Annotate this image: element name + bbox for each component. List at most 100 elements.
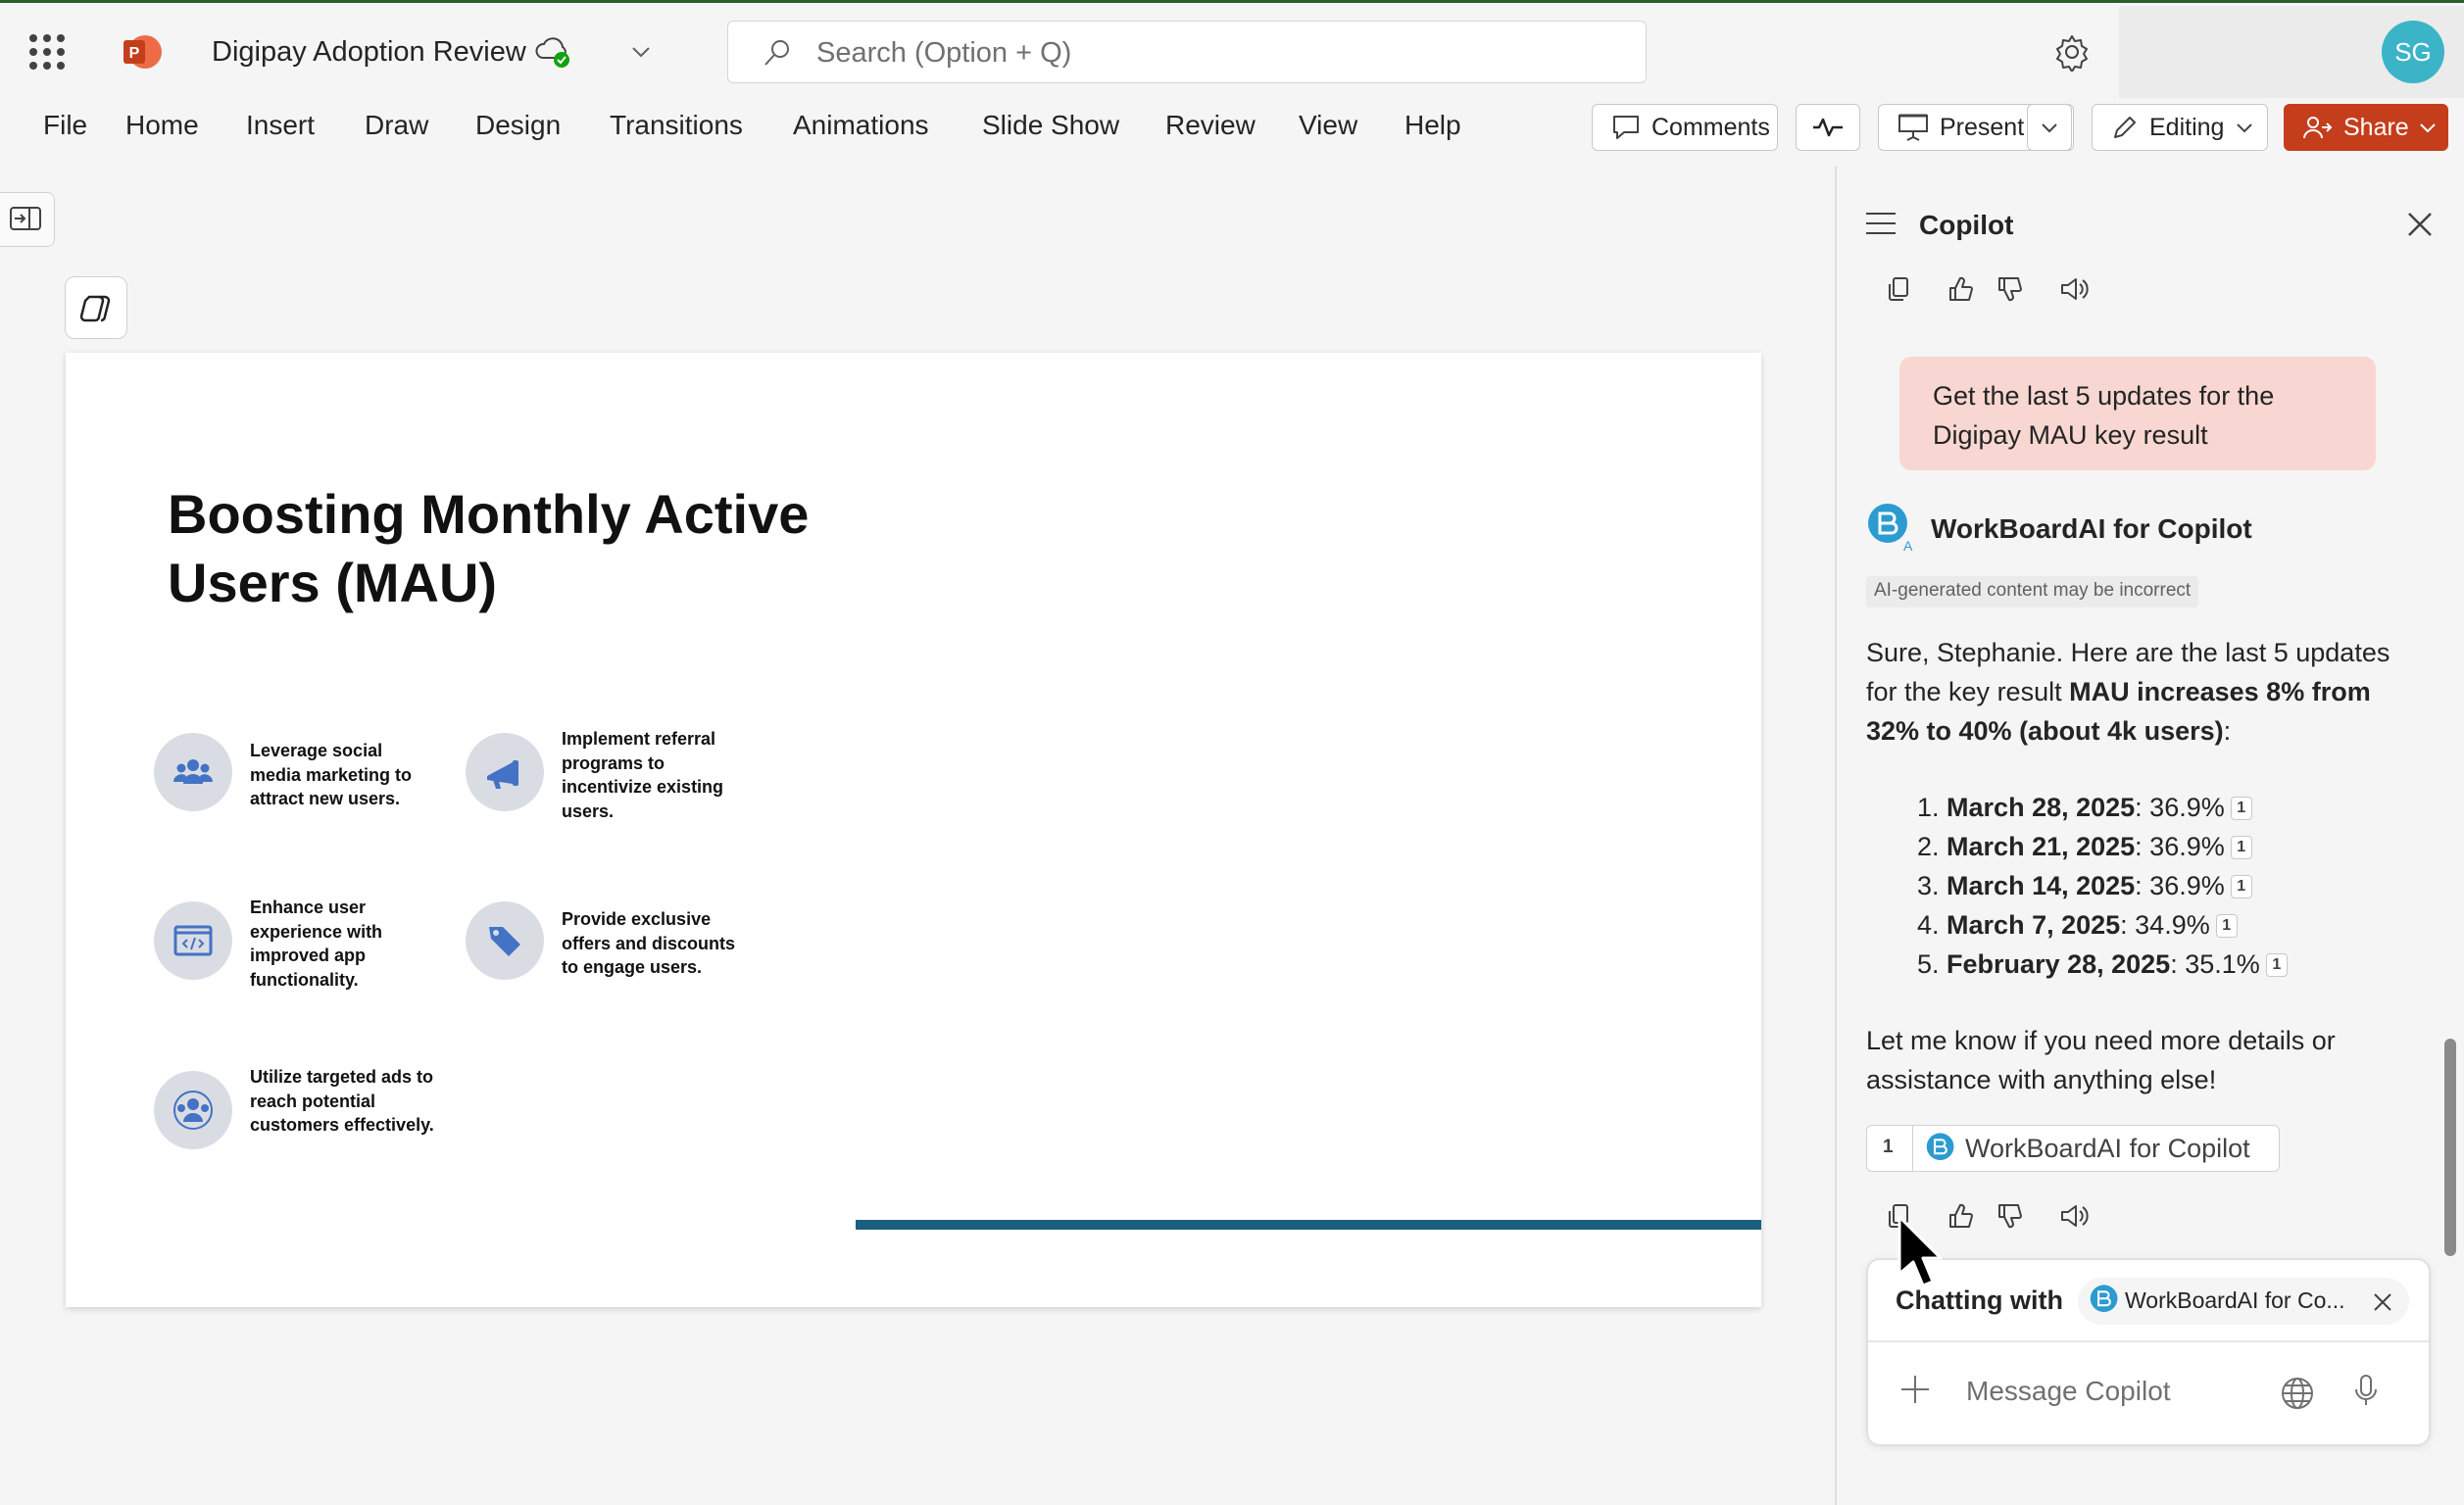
- tab-design[interactable]: Design: [475, 110, 561, 141]
- tab-help[interactable]: Help: [1404, 110, 1461, 141]
- update-value: : 34.9%: [2120, 910, 2210, 940]
- code-window-icon: [173, 925, 213, 956]
- tab-slide-show[interactable]: Slide Show: [982, 110, 1119, 141]
- people-share-icon: [2303, 117, 2333, 139]
- svg-text:AI: AI: [1903, 538, 1913, 553]
- slide-item-text: Enhance user experience with improved ap…: [250, 898, 383, 990]
- thumbs-down-icon[interactable]: [1996, 274, 2025, 304]
- megaphone-icon: [487, 760, 518, 789]
- price-tag-icon: [489, 927, 520, 956]
- globe-icon[interactable]: [2280, 1376, 2315, 1411]
- comments-button[interactable]: Comments: [1592, 104, 1778, 151]
- target-audience-icon: [173, 1091, 213, 1130]
- agent-chip-label: WorkBoardAI for Co...: [2125, 1287, 2345, 1313]
- workboard-logo-icon: AI: [1868, 504, 1913, 553]
- update-date: February 28, 2025: [1947, 949, 2171, 979]
- editing-mode-button[interactable]: Editing: [2092, 104, 2268, 151]
- copy-icon[interactable]: [1886, 274, 1913, 304]
- tab-file[interactable]: File: [43, 110, 87, 141]
- list-number: 2.: [1917, 832, 1940, 861]
- update-date: March 7, 2025: [1947, 910, 2121, 940]
- title-bar: P Digipay Adoption Review SG: [0, 0, 2464, 98]
- speaker-icon[interactable]: [2058, 274, 2090, 304]
- hamburger-menu-icon[interactable]: [1864, 210, 1897, 237]
- list-number: 3.: [1917, 871, 1940, 900]
- tab-view[interactable]: View: [1299, 110, 1357, 141]
- panel-expand-icon: [10, 207, 41, 230]
- copilot-title: Copilot: [1919, 210, 2014, 240]
- gear-icon[interactable]: [2052, 32, 2092, 72]
- svg-text:P: P: [129, 45, 140, 62]
- chevron-down-icon: [2420, 123, 2436, 133]
- tab-home[interactable]: Home: [125, 110, 199, 141]
- chevron-down-icon: [2042, 123, 2057, 133]
- slide[interactable]: Boosting Monthly Active Users (MAU) Leve…: [66, 353, 1761, 1307]
- share-button[interactable]: Share: [2284, 104, 2448, 151]
- message-input[interactable]: [1966, 1372, 2260, 1411]
- workboard-logo-icon: [2090, 1285, 2118, 1313]
- tab-animations[interactable]: Animations: [793, 110, 929, 141]
- response-intro: Sure, Stephanie. Here are the last 5 upd…: [1866, 633, 2415, 751]
- search-input[interactable]: [816, 35, 1581, 71]
- microphone-icon[interactable]: [2352, 1374, 2380, 1409]
- pencil-icon: [2114, 117, 2136, 138]
- tab-transitions[interactable]: Transitions: [610, 110, 743, 141]
- slide-copilot-button[interactable]: [65, 276, 127, 339]
- citation-badge[interactable]: 1: [2215, 914, 2238, 938]
- update-date: March 21, 2025: [1947, 832, 2136, 861]
- ai-disclaimer-badge: AI-generated content may be incorrect: [1866, 576, 2199, 607]
- activity-icon: [1813, 118, 1843, 137]
- slide-title[interactable]: Boosting Monthly Active Users (MAU): [168, 480, 854, 617]
- list-item: 1. March 28, 2025: 36.9% 1: [1917, 788, 2288, 827]
- pane-scrollbar[interactable]: [2444, 1039, 2456, 1256]
- speaker-icon[interactable]: [2058, 1201, 2090, 1231]
- citation-badge[interactable]: 1: [2230, 797, 2252, 820]
- slide-item-text: Provide exclusive offers and discounts t…: [562, 909, 736, 977]
- list-item: 4. March 7, 2025: 34.9% 1: [1917, 905, 2288, 945]
- document-title[interactable]: Digipay Adoption Review: [212, 36, 526, 69]
- citation-badge[interactable]: 1: [2230, 875, 2252, 898]
- message-actions-top: [1886, 274, 2101, 310]
- slide-item-text: Leverage social media marketing to attra…: [250, 741, 413, 808]
- citation-badge[interactable]: 1: [2230, 836, 2252, 859]
- slide-item-text: Implement referral programs to incentivi…: [562, 729, 724, 821]
- chevron-down-icon: [2237, 123, 2253, 133]
- cloud-saved-icon[interactable]: [533, 34, 572, 70]
- list-number: 4.: [1917, 910, 1940, 940]
- present-options-button[interactable]: [2027, 104, 2072, 151]
- add-icon[interactable]: [1899, 1374, 1931, 1405]
- share-label: Share: [2343, 113, 2409, 141]
- editing-label: Editing: [2149, 113, 2225, 141]
- thumbs-down-icon[interactable]: [1996, 1201, 2025, 1231]
- list-number: 1.: [1917, 793, 1940, 822]
- agent-chip[interactable]: WorkBoardAI for Co...: [2078, 1278, 2409, 1325]
- citation-badge[interactable]: 1: [2265, 953, 2288, 977]
- reference-chip[interactable]: 1 WorkBoardAI for Copilot: [1866, 1125, 2280, 1172]
- tab-insert[interactable]: Insert: [246, 110, 315, 141]
- reference-label: WorkBoardAI for Copilot: [1965, 1134, 2250, 1163]
- avatar[interactable]: SG: [2382, 21, 2444, 83]
- close-icon[interactable]: [2405, 210, 2435, 239]
- app-launcher-icon[interactable]: [29, 34, 65, 70]
- bot-name: WorkBoardAI for Copilot: [1931, 513, 2252, 544]
- response-outro: Let me know if you need more details or …: [1866, 1026, 2336, 1094]
- list-item: 2. March 21, 2025: 36.9% 1: [1917, 827, 2288, 866]
- tab-draw[interactable]: Draw: [365, 110, 428, 141]
- thumbnail-pane-toggle[interactable]: [0, 192, 55, 247]
- powerpoint-logo-icon: P: [123, 35, 162, 69]
- search-box[interactable]: [727, 21, 1647, 83]
- present-icon: [1898, 114, 1928, 141]
- comments-label: Comments: [1651, 113, 1770, 141]
- thumbs-up-icon[interactable]: [1947, 274, 1976, 304]
- close-icon[interactable]: [2372, 1291, 2393, 1313]
- update-value: : 36.9%: [2135, 832, 2225, 861]
- tab-review[interactable]: Review: [1165, 110, 1256, 141]
- copilot-icon: [79, 295, 111, 322]
- response-text: :: [2223, 716, 2232, 746]
- list-item: 5. February 28, 2025: 35.1% 1: [1917, 945, 2288, 984]
- chevron-down-icon[interactable]: [627, 38, 655, 66]
- list-item: 3. March 14, 2025: 36.9% 1: [1917, 866, 2288, 905]
- mouse-cursor-icon: [1897, 1215, 1943, 1287]
- update-value: : 35.1%: [2170, 949, 2260, 979]
- catch-up-button[interactable]: [1796, 104, 1860, 151]
